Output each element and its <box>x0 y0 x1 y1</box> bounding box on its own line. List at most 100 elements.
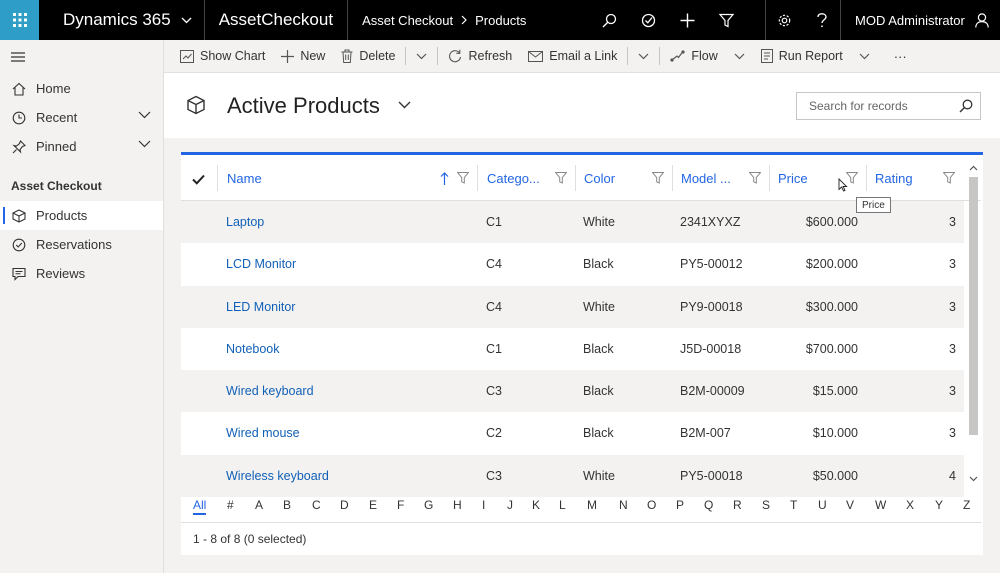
jump-letter[interactable]: C <box>312 498 321 512</box>
new-button[interactable]: New <box>273 40 333 73</box>
product-switcher[interactable]: Dynamics 365 <box>39 0 204 40</box>
flow-dropdown[interactable] <box>726 40 753 73</box>
jump-letter[interactable]: K <box>532 498 540 512</box>
jump-all[interactable]: All <box>193 498 207 515</box>
name-cell[interactable]: LCD Monitor <box>226 243 296 285</box>
jump-letter[interactable]: Y <box>935 498 943 512</box>
jump-letter[interactable]: T <box>790 498 797 512</box>
table-row[interactable]: LCD Monitor C4 Black PY5-00012 $200.000 … <box>181 243 964 285</box>
email-link-button[interactable]: Email a Link <box>520 40 625 73</box>
jump-letter[interactable]: E <box>369 498 377 512</box>
breadcrumb-entity[interactable]: Products <box>475 13 526 28</box>
jump-letter[interactable]: L <box>559 498 566 512</box>
scroll-up-icon[interactable] <box>969 165 978 171</box>
table-row[interactable]: Wireless keyboard C3 White PY5-00018 $50… <box>181 455 964 497</box>
jump-letter[interactable]: H <box>453 498 462 512</box>
settings-button[interactable] <box>766 0 803 40</box>
jump-letter[interactable]: N <box>619 498 628 512</box>
advanced-find-button[interactable] <box>707 0 746 40</box>
filter-icon[interactable] <box>652 172 664 184</box>
jump-letter[interactable]: J <box>507 498 513 512</box>
column-header-category[interactable]: Catego... <box>487 165 575 191</box>
app-name[interactable]: AssetCheckout <box>205 0 347 40</box>
name-cell[interactable]: Wired mouse <box>226 412 300 454</box>
column-header-price[interactable]: Price <box>778 165 866 191</box>
select-all-checkmark-icon[interactable] <box>192 174 205 185</box>
jump-letter[interactable]: D <box>340 498 349 512</box>
jump-letter[interactable]: A <box>255 498 263 512</box>
jump-letter[interactable]: P <box>676 498 684 512</box>
search-icon[interactable] <box>959 99 973 113</box>
jump-letter[interactable]: R <box>733 498 742 512</box>
filter-icon[interactable] <box>749 172 761 184</box>
jump-letter[interactable]: U <box>818 498 827 512</box>
jump-letter[interactable]: S <box>762 498 770 512</box>
delete-button[interactable]: Delete <box>333 40 403 73</box>
jump-letter[interactable]: I <box>482 498 485 512</box>
name-cell[interactable]: Wireless keyboard <box>226 455 329 497</box>
table-row[interactable]: Notebook C1 Black J5D-00018 $700.000 3 <box>181 328 964 370</box>
vertical-scrollbar[interactable] <box>965 163 981 499</box>
name-cell[interactable]: Notebook <box>226 328 280 370</box>
new-record-button[interactable] <box>668 0 707 40</box>
user-icon[interactable] <box>975 12 989 28</box>
jump-letter[interactable]: W <box>875 498 886 512</box>
table-row[interactable]: LED Monitor C4 White PY9-00018 $300.000 … <box>181 286 964 328</box>
records-grid: Name Catego... Color Model ... Price Rat… <box>181 152 983 555</box>
jump-letter[interactable]: M <box>587 498 597 512</box>
table-row[interactable]: Laptop C1 White 2341XYXZ $600.000 3 <box>181 201 964 243</box>
refresh-button[interactable]: Refresh <box>440 40 520 73</box>
sidebar-item-reviews[interactable]: Reviews <box>0 259 163 288</box>
jump-letter[interactable]: V <box>846 498 854 512</box>
sidebar-item-pinned[interactable]: Pinned <box>0 132 163 161</box>
jump-letter[interactable]: Z <box>963 498 970 512</box>
search-button[interactable] <box>590 0 629 40</box>
chevron-down-icon[interactable] <box>138 111 151 119</box>
more-actions-dropdown[interactable] <box>408 40 435 73</box>
table-row[interactable]: Wired mouse C2 Black B2M-007 $10.000 3 <box>181 412 964 454</box>
name-cell[interactable]: Laptop <box>226 201 264 243</box>
more-commands-button[interactable]: ··· <box>878 40 915 73</box>
column-header-rating[interactable]: Rating <box>875 165 963 191</box>
name-cell[interactable]: Wired keyboard <box>226 370 314 412</box>
column-header-model[interactable]: Model ... <box>681 165 769 191</box>
help-button[interactable] <box>803 0 840 40</box>
run-report-button[interactable]: Run Report <box>753 40 851 73</box>
show-chart-button[interactable]: Show Chart <box>172 40 273 73</box>
name-cell[interactable]: LED Monitor <box>226 286 295 328</box>
chevron-down-icon[interactable] <box>138 140 151 148</box>
jump-letter[interactable]: X <box>906 498 914 512</box>
scroll-down-icon[interactable] <box>969 476 978 482</box>
jump-letter[interactable]: G <box>424 498 433 512</box>
table-row[interactable]: Wired keyboard C3 Black B2M-00009 $15.00… <box>181 370 964 412</box>
product-name: Dynamics 365 <box>63 10 171 29</box>
flow-button[interactable]: Flow <box>662 40 725 73</box>
app-launcher-button[interactable] <box>0 0 39 40</box>
gear-icon <box>778 14 791 26</box>
sidebar-item-reservations[interactable]: Reservations <box>0 230 163 259</box>
jump-letter[interactable]: # <box>227 498 234 512</box>
column-header-name[interactable]: Name <box>227 165 477 191</box>
search-input[interactable] <box>797 93 947 119</box>
model-cell: PY9-00018 <box>680 300 743 314</box>
sidebar-item-home[interactable]: Home <box>0 74 163 103</box>
breadcrumb-app[interactable]: Asset Checkout <box>362 13 453 28</box>
scrollbar-thumb[interactable] <box>969 177 978 435</box>
email-link-dropdown[interactable] <box>630 40 657 73</box>
jump-letter[interactable]: Q <box>704 498 713 512</box>
jump-letter[interactable]: B <box>283 498 291 512</box>
assistant-button[interactable] <box>629 0 668 40</box>
sidebar-item-products[interactable]: Products <box>0 201 163 230</box>
filter-icon[interactable] <box>943 172 955 184</box>
site-map-toggle[interactable] <box>0 40 163 74</box>
run-report-dropdown[interactable] <box>851 40 878 73</box>
filter-icon[interactable] <box>457 172 469 184</box>
sidebar-item-label: Home <box>36 81 71 96</box>
view-selector-chevron-icon[interactable] <box>398 101 411 109</box>
filter-icon[interactable] <box>555 172 567 184</box>
jump-letter[interactable]: F <box>397 498 404 512</box>
user-name[interactable]: MOD Administrator <box>841 0 975 40</box>
jump-letter[interactable]: O <box>647 498 656 512</box>
column-header-color[interactable]: Color <box>584 165 672 191</box>
sidebar-item-recent[interactable]: Recent <box>0 103 163 132</box>
